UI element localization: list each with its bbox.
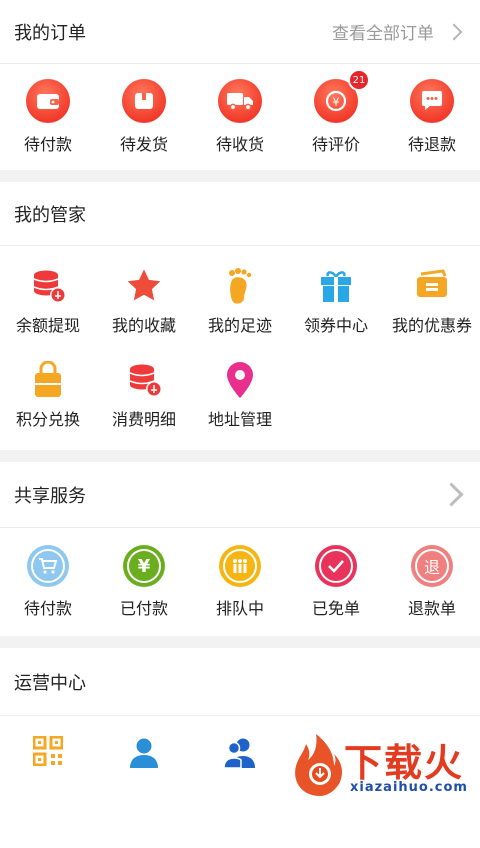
footprint-icon <box>218 264 262 308</box>
orders-header: 我的订单 查看全部订单 <box>0 0 480 64</box>
shared-paid[interactable]: ¥ 已付款 <box>96 545 192 619</box>
users-icon <box>223 736 257 772</box>
order-item-label: 待付款 <box>23 135 72 154</box>
shared-header[interactable]: 共享服务 <box>0 462 480 528</box>
cart-icon <box>27 545 69 587</box>
chat-icon <box>410 79 454 123</box>
order-pending-review[interactable]: ¥ 21 待评价 <box>288 69 384 155</box>
butler-item-label: 我的收藏 <box>111 316 176 335</box>
butler-item-label: 积分兑换 <box>15 410 80 429</box>
butler-item-label: 领券中心 <box>303 316 368 335</box>
shared-item-label: 待付款 <box>23 599 72 618</box>
butler-coupon-center[interactable]: 领券中心 <box>288 264 384 358</box>
butler-points-exchange[interactable]: 积分兑换 <box>0 358 96 452</box>
order-item-label: 待发货 <box>119 135 168 154</box>
coins-icon <box>122 358 166 402</box>
truck-icon <box>218 79 262 123</box>
butler-my-coupons[interactable]: 我的优惠券 <box>384 264 480 358</box>
review-count-badge: 21 <box>348 69 370 91</box>
gift-icon <box>314 264 358 308</box>
check-icon <box>315 545 357 587</box>
coupon-icon <box>410 264 454 308</box>
bag-icon <box>26 358 70 402</box>
view-all-orders-label: 查看全部订单 <box>332 24 434 44</box>
order-item-label: 待收货 <box>215 135 264 154</box>
butler-item-label: 余额提现 <box>15 316 80 335</box>
shared-section: 共享服务 待付款 ¥ 已付款 排队中 已免单 退 退款单 <box>0 462 480 636</box>
operations-member[interactable] <box>96 736 192 772</box>
watermark: 下载火 xiazaihuo.com <box>280 730 480 800</box>
butler-item-label: 我的足迹 <box>207 316 272 335</box>
butler-header: 我的管家 <box>0 182 480 246</box>
butler-footprints[interactable]: 我的足迹 <box>192 264 288 358</box>
user-icon <box>128 736 160 772</box>
butler-section: 我的管家 余额提现 我的收藏 我的足迹 领券中心 我的优惠券 积分兑换 消费明细… <box>0 182 480 450</box>
section-divider <box>0 636 480 648</box>
shared-item-label: 退款单 <box>407 599 456 618</box>
order-item-label: 待评价 <box>311 135 360 154</box>
butler-item-label: 消费明细 <box>111 410 176 429</box>
shared-item-label: 已付款 <box>119 599 168 618</box>
butler-item-label: 地址管理 <box>207 410 272 429</box>
yen-icon: ¥ <box>123 545 165 587</box>
shared-free-order[interactable]: 已免单 <box>288 545 384 619</box>
chevron-right-icon <box>445 23 463 40</box>
order-pending-refund[interactable]: 待退款 <box>384 79 480 155</box>
shared-item-label: 已免单 <box>311 599 360 618</box>
watermark-brand: 下载火 <box>344 741 465 785</box>
package-icon <box>122 79 166 123</box>
order-pending-payment[interactable]: 待付款 <box>0 79 96 155</box>
chevron-right-icon[interactable] <box>439 482 464 507</box>
butler-balance-withdraw[interactable]: 余额提现 <box>0 264 96 358</box>
butler-item-label: 我的优惠券 <box>391 316 472 335</box>
shared-pending-payment[interactable]: 待付款 <box>0 545 96 619</box>
orders-title: 我的订单 <box>14 22 86 44</box>
review-icon: ¥ 21 <box>314 69 370 123</box>
qr-code-icon <box>32 735 64 770</box>
operations-team[interactable] <box>192 736 288 772</box>
section-divider <box>0 170 480 182</box>
shared-item-label: 排队中 <box>215 599 264 618</box>
operations-header: 运营中心 <box>0 648 480 716</box>
order-pending-receipt[interactable]: 待收货 <box>192 79 288 155</box>
star-icon <box>122 264 166 308</box>
shared-queueing[interactable]: 排队中 <box>192 545 288 619</box>
butler-favorites[interactable]: 我的收藏 <box>96 264 192 358</box>
order-pending-shipment[interactable]: 待发货 <box>96 79 192 155</box>
queue-icon <box>219 545 261 587</box>
butler-address-management[interactable]: 地址管理 <box>192 358 288 452</box>
refund-icon: 退 <box>411 545 453 587</box>
watermark-url: xiazaihuo.com <box>350 780 468 795</box>
location-pin-icon <box>218 358 262 402</box>
orders-section: 我的订单 查看全部订单 待付款 待发货 待收货 ¥ 21 待评价 待退款 <box>0 0 480 170</box>
order-item-label: 待退款 <box>407 135 456 154</box>
butler-title: 我的管家 <box>14 204 86 226</box>
svg-text:¥: ¥ <box>333 96 340 109</box>
operations-qr-code[interactable] <box>0 735 96 772</box>
operations-title: 运营中心 <box>14 672 86 694</box>
wallet-icon <box>26 79 70 123</box>
view-all-orders-link[interactable]: 查看全部订单 <box>332 19 466 44</box>
shared-refund-order[interactable]: 退 退款单 <box>384 545 480 619</box>
butler-spending-details[interactable]: 消费明细 <box>96 358 192 452</box>
shared-title: 共享服务 <box>14 485 86 507</box>
balance-icon <box>26 264 70 308</box>
